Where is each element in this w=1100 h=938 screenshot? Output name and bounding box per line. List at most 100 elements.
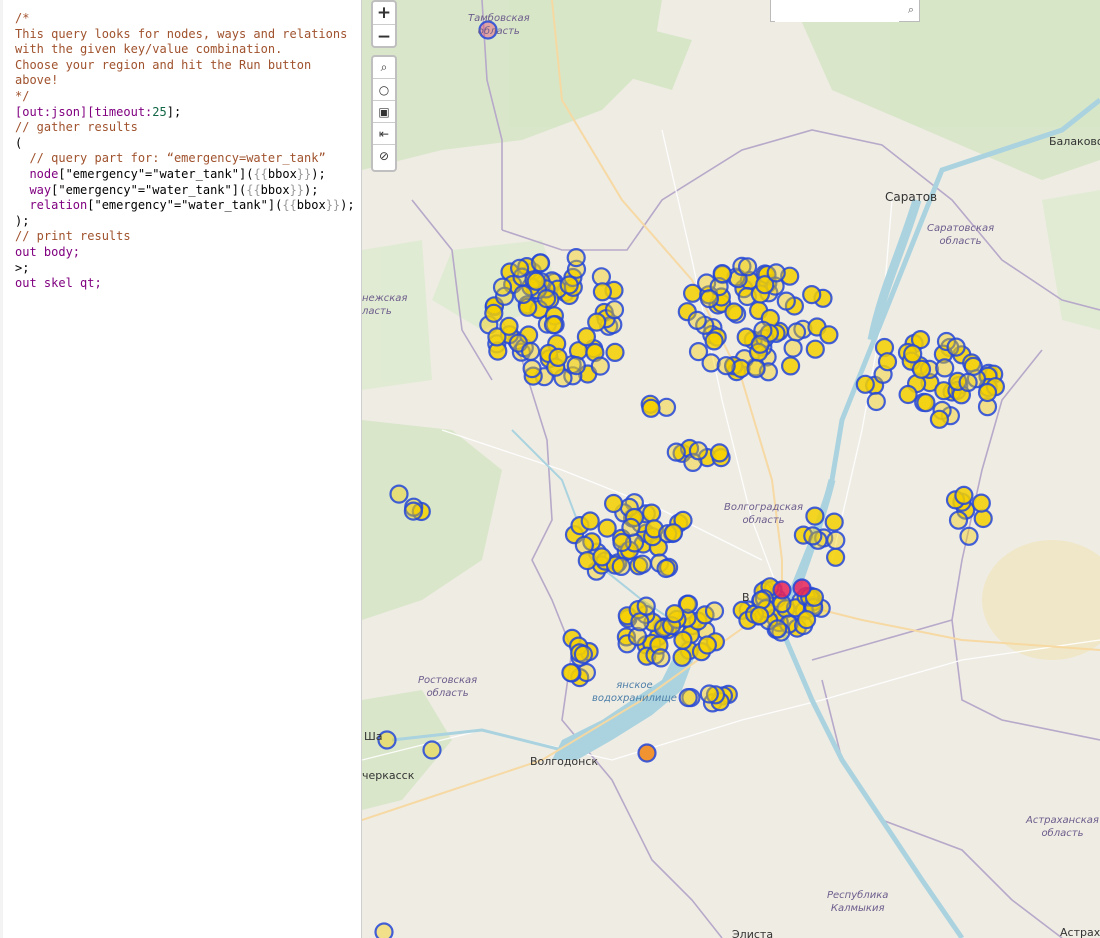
water-tank-marker[interactable] — [521, 341, 541, 361]
water-tank-marker[interactable] — [826, 530, 846, 550]
water-tank-marker[interactable] — [688, 342, 709, 362]
zoom-out-button[interactable]: − — [373, 25, 395, 47]
water-tank-marker[interactable] — [766, 263, 786, 283]
water-tank-marker[interactable] — [826, 547, 846, 567]
water-tank-marker[interactable] — [768, 619, 788, 639]
water-tank-marker[interactable] — [573, 644, 593, 665]
water-tank-marker[interactable] — [877, 352, 898, 372]
water-tank-marker[interactable] — [641, 398, 661, 418]
water-tank-marker[interactable] — [916, 393, 936, 413]
water-tank-marker[interactable] — [855, 374, 875, 394]
map-view[interactable]: Тамбовская область Балаково Саратов Сарат… — [362, 0, 1100, 938]
water-tank-marker[interactable] — [958, 372, 978, 392]
water-tank-marker[interactable] — [605, 342, 625, 362]
water-tank-marker[interactable] — [954, 485, 974, 505]
water-tank-marker[interactable] — [963, 356, 983, 376]
water-tank-marker[interactable] — [636, 596, 656, 616]
water-tank-marker[interactable] — [522, 359, 542, 379]
water-tank-marker[interactable] — [783, 338, 803, 358]
water-tank-marker[interactable] — [611, 556, 631, 577]
water-tank-marker[interactable] — [803, 526, 823, 546]
water-tank-marker[interactable] — [666, 442, 686, 462]
water-tank-marker[interactable] — [537, 289, 557, 309]
water-tank-marker[interactable] — [576, 327, 596, 347]
water-tank-marker[interactable] — [716, 356, 736, 376]
water-tank-marker[interactable] — [637, 743, 657, 763]
water-tank-marker[interactable] — [750, 334, 770, 354]
map-search-box[interactable]: ⌕ — [770, 0, 920, 22]
query-editor[interactable]: /* This query looks for nodes, ways and r… — [0, 0, 362, 938]
water-tank-marker[interactable] — [389, 484, 409, 504]
water-tank-marker[interactable] — [712, 264, 732, 284]
clear-icon[interactable]: ⊘ — [373, 145, 395, 167]
water-tank-marker[interactable] — [797, 609, 817, 630]
water-tank-marker[interactable] — [499, 316, 519, 336]
water-tank-marker[interactable] — [632, 554, 652, 574]
water-tank-marker[interactable] — [781, 356, 801, 376]
export-image-icon[interactable]: ▣ — [373, 101, 395, 123]
water-tank-marker[interactable] — [709, 443, 730, 463]
water-tank-marker[interactable] — [697, 635, 717, 655]
locate-icon[interactable]: ○ — [373, 79, 395, 101]
water-tank-marker[interactable] — [946, 337, 966, 357]
water-tank-marker[interactable] — [687, 310, 707, 330]
water-tank-marker[interactable] — [590, 356, 610, 376]
water-tank-marker[interactable] — [971, 493, 991, 513]
water-tank-marker[interactable] — [630, 612, 650, 632]
water-tank-marker[interactable] — [492, 277, 513, 297]
zoom-to-data-icon[interactable]: ⌕ — [373, 57, 395, 79]
water-tank-marker[interactable] — [898, 384, 918, 405]
water-tank-marker[interactable] — [642, 503, 662, 523]
water-tank-marker[interactable] — [699, 684, 719, 704]
water-tank-marker[interactable] — [746, 359, 766, 379]
water-tank-marker[interactable] — [724, 302, 744, 322]
water-tank-marker[interactable] — [819, 325, 839, 345]
water-tank-marker[interactable] — [526, 271, 546, 291]
water-tank-marker[interactable] — [805, 339, 825, 359]
water-tank-marker[interactable] — [973, 508, 993, 529]
water-tank-marker[interactable] — [772, 580, 792, 600]
water-tank-marker[interactable] — [656, 558, 676, 579]
water-tank-marker[interactable] — [929, 409, 950, 429]
water-tank-marker[interactable] — [484, 303, 504, 323]
water-tank-marker[interactable] — [959, 526, 979, 546]
water-tank-marker[interactable] — [422, 740, 442, 760]
water-tank-marker[interactable] — [612, 532, 632, 553]
water-tank-marker[interactable] — [597, 518, 617, 538]
water-tank-marker[interactable] — [977, 382, 998, 403]
water-tank-marker[interactable] — [866, 391, 886, 412]
map-search-input[interactable] — [775, 1, 899, 22]
water-tank-marker[interactable] — [531, 253, 551, 273]
water-tank-marker[interactable] — [699, 289, 719, 309]
water-tank-marker[interactable] — [663, 523, 684, 543]
water-tank-marker[interactable] — [621, 517, 641, 538]
water-tank-marker[interactable] — [651, 648, 671, 668]
water-tank-marker[interactable] — [587, 312, 607, 332]
water-tank-marker[interactable] — [948, 510, 969, 530]
water-tank-marker[interactable] — [673, 630, 693, 650]
water-tank-marker[interactable] — [543, 315, 564, 335]
water-tank-marker[interactable] — [935, 358, 955, 378]
water-tank-marker[interactable] — [548, 347, 568, 367]
water-tank-marker[interactable] — [604, 300, 625, 320]
water-tank-marker[interactable] — [786, 322, 807, 342]
water-tank-marker[interactable] — [678, 687, 698, 708]
water-tank-marker[interactable] — [665, 604, 685, 624]
water-tank-marker[interactable] — [403, 501, 424, 521]
water-tank-marker[interactable] — [688, 441, 708, 461]
water-tank-marker[interactable] — [604, 493, 624, 514]
water-tank-marker[interactable] — [580, 511, 600, 531]
water-tank-marker[interactable] — [374, 922, 394, 938]
water-tank-marker[interactable] — [805, 506, 825, 526]
water-tank-marker[interactable] — [672, 647, 692, 667]
water-tank-marker[interactable] — [750, 606, 770, 626]
water-tank-marker[interactable] — [903, 344, 923, 364]
water-tank-marker[interactable] — [776, 291, 796, 311]
water-tank-marker[interactable] — [751, 590, 771, 610]
water-tank-marker[interactable] — [592, 547, 612, 567]
water-tank-marker[interactable] — [802, 285, 822, 305]
water-tank-marker[interactable] — [592, 282, 612, 302]
water-tank-marker[interactable] — [513, 284, 533, 304]
water-tank-marker[interactable] — [510, 258, 530, 278]
water-tank-marker[interactable] — [792, 578, 812, 598]
